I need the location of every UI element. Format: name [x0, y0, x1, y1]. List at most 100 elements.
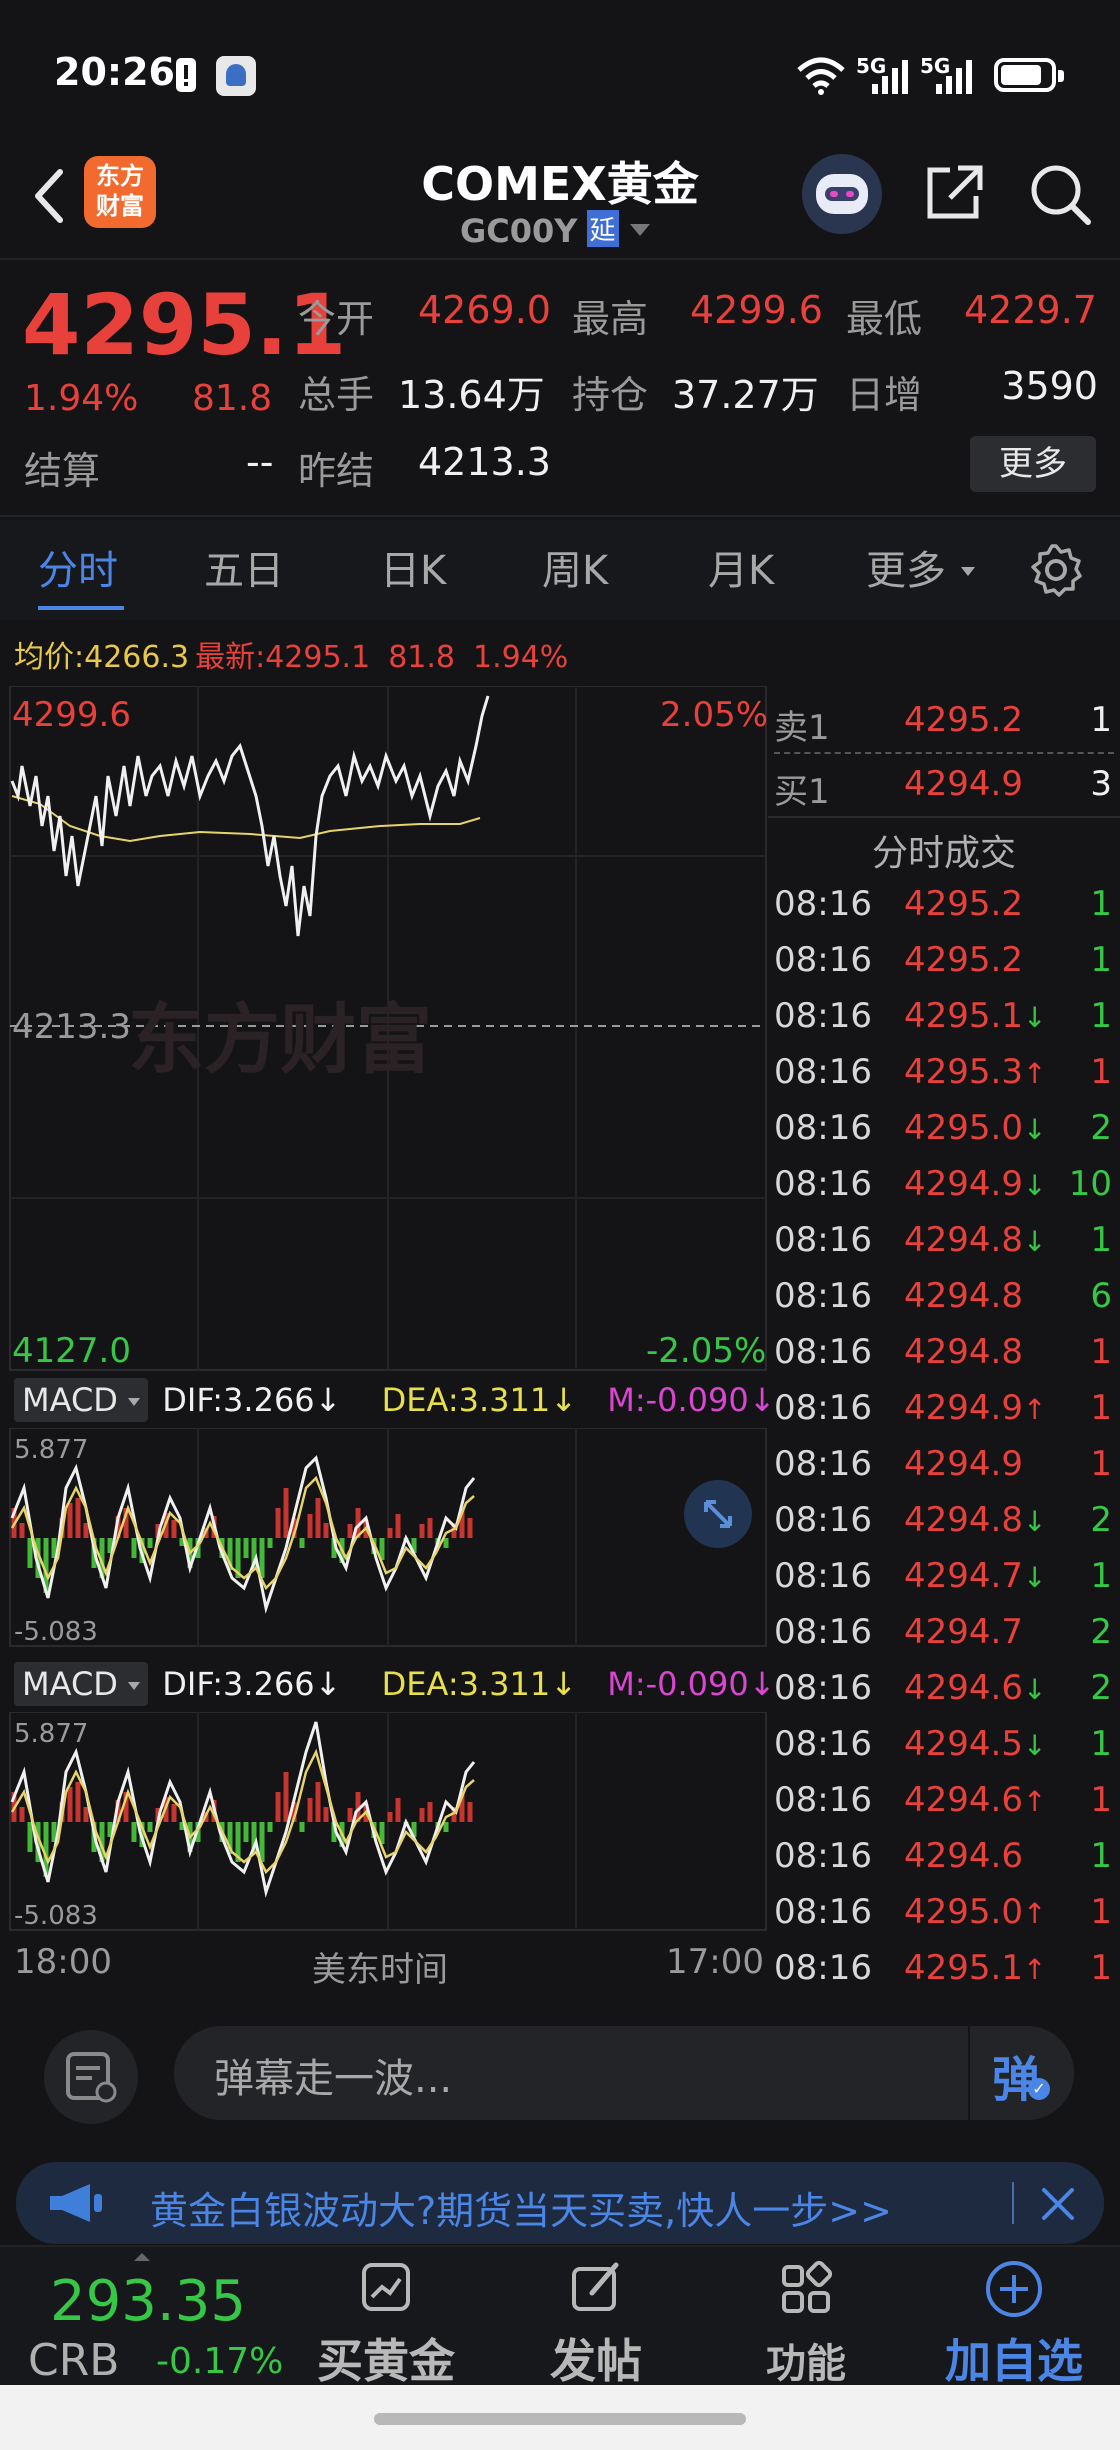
trade-time: 08:16	[774, 1612, 872, 1652]
nav-post[interactable]: 发帖	[496, 2247, 696, 2388]
nav-buy-gold[interactable]: 买黄金	[286, 2247, 486, 2388]
period-tabs: 分时 五日 日K 周K 月K 更多	[0, 520, 1120, 620]
tab-more[interactable]: 更多	[866, 538, 975, 596]
macd-header-1: MACD DIF:3.266↓ DEA:3.311↓ M:-0.090↓	[14, 1374, 776, 1426]
macd-m-1: M:-0.090↓	[607, 1381, 776, 1419]
trades-list: 08:16 4295.2 1 08:16 4295.2 1 08:16 4295.1↓ 1 08:…	[768, 884, 1120, 2000]
back-button[interactable]	[20, 160, 80, 232]
promo-banner[interactable]: 黄金白银波动大?期货当天买卖,快人一步>>	[16, 2162, 1104, 2244]
macd-selector-2[interactable]: MACD	[14, 1662, 149, 1706]
crb-index-widget[interactable]: 293.35 CRB -0.17%	[0, 2247, 300, 2387]
change-amount: 81.8	[192, 378, 273, 419]
arrow-down-icon: ↓	[1022, 1561, 1047, 1594]
add-circle-icon	[986, 2261, 1042, 2317]
bid-volume: 3	[1090, 764, 1112, 804]
chevron-down-icon	[629, 224, 650, 236]
macd-dea-1: DEA:3.311↓	[381, 1381, 578, 1419]
trade-row: 08:16 4295.2 1	[774, 940, 1118, 996]
gesture-bar-area	[0, 2385, 1120, 2450]
macd-chart-2[interactable]: 5.877 -5.083	[0, 1712, 768, 1932]
trade-price-value: 4294.7	[904, 1556, 1023, 1596]
low-value: 4229.7	[964, 288, 1097, 332]
more-button[interactable]: 更多	[970, 436, 1096, 492]
trade-price: 4294.8↓	[904, 1500, 1046, 1540]
trade-volume: 1	[1090, 1948, 1112, 1988]
arrow-down-icon: ↓	[1022, 1729, 1047, 1762]
trade-price: 4294.5↓	[904, 1724, 1046, 1764]
nav-functions[interactable]: 功能	[706, 2247, 906, 2387]
trade-time: 08:16	[774, 1892, 872, 1932]
nav-add-watchlist[interactable]: 加自选	[914, 2247, 1114, 2388]
daily-increase-value: 3590	[1001, 364, 1098, 408]
trade-time: 08:16	[774, 1052, 872, 1092]
settings-shortcut-button[interactable]	[44, 2030, 138, 2124]
orderbook-divider	[774, 752, 1114, 754]
signal-bars-icon-2	[936, 60, 972, 94]
signal-bars-icon	[872, 60, 908, 94]
trade-volume: 6	[1090, 1276, 1112, 1316]
contract-code-selector[interactable]: GC00Y 延	[460, 210, 680, 254]
macd-chart-1[interactable]: 5.877 -5.083	[0, 1428, 768, 1648]
share-icon[interactable]	[920, 158, 990, 228]
bid-price: 4294.9	[904, 764, 1023, 804]
trade-price-value: 4295.0	[904, 1892, 1023, 1932]
trade-time: 08:16	[774, 1164, 872, 1204]
arrow-down-icon: ↓	[1022, 1673, 1047, 1706]
trade-row: 08:16 4294.6↓ 2	[774, 1668, 1118, 1724]
home-indicator[interactable]	[374, 2413, 746, 2425]
settings-gear-icon[interactable]	[1028, 542, 1084, 598]
price-chart[interactable]: 东方财富 4299.6 2.05% 4213.3 4127.0 -2.05%	[0, 686, 768, 1376]
trade-time: 08:16	[774, 1276, 872, 1316]
trade-price: 4294.7	[904, 1612, 1023, 1652]
trade-price-value: 4295.1	[904, 1948, 1023, 1988]
trade-volume: 1	[1090, 1836, 1112, 1876]
tab-daily-k[interactable]: 日K	[380, 538, 446, 596]
trade-volume: 2	[1090, 1108, 1112, 1148]
tab-weekly-k[interactable]: 周K	[542, 538, 608, 596]
trade-price: 4294.8↓	[904, 1220, 1046, 1260]
trade-price: 4294.6↓	[904, 1668, 1046, 1708]
chart-area[interactable]: 东方财富 4299.6 2.05% 4213.3 4127.0 -2.05% M…	[0, 620, 776, 2000]
trade-row: 08:16 4294.9↑ 1	[774, 1388, 1118, 1444]
trade-time: 08:16	[774, 1724, 872, 1764]
ask-label: 卖1	[774, 708, 830, 748]
chart-icon	[362, 2263, 410, 2311]
trade-row: 08:16 4294.7↓ 1	[774, 1556, 1118, 1612]
close-icon[interactable]	[1036, 2182, 1080, 2226]
comment-input[interactable]: 弹幕走一波... 弹 ✓	[174, 2026, 1074, 2120]
trade-time: 08:16	[774, 1388, 872, 1428]
trade-price-value: 4294.9	[904, 1388, 1023, 1428]
trade-volume: 2	[1090, 1668, 1112, 1708]
open-value: 4269.0	[418, 288, 551, 332]
tab-intraday[interactable]: 分时	[38, 538, 124, 610]
trade-price: 4294.6	[904, 1836, 1023, 1876]
danmu-label: 弹	[992, 2052, 1041, 2108]
trade-price-value: 4294.7	[904, 1612, 1023, 1652]
trade-price: 4294.9	[904, 1444, 1023, 1484]
trade-row: 08:16 4294.8↓ 2	[774, 1500, 1118, 1556]
volume-label: 总手	[298, 373, 375, 417]
trade-time: 08:16	[774, 1948, 872, 1988]
crb-value: 293.35	[50, 2269, 246, 2334]
macd-selector-1[interactable]: MACD	[14, 1378, 149, 1422]
trade-row: 08:16 4294.9 1	[774, 1444, 1118, 1500]
expand-button[interactable]	[684, 1480, 752, 1548]
trade-row: 08:16 4294.8 1	[774, 1332, 1118, 1388]
tab-active-indicator	[38, 606, 124, 610]
danmu-button[interactable]: 弹 ✓	[968, 2026, 1074, 2120]
grid-icon	[782, 2260, 833, 2313]
trade-time: 08:16	[774, 1836, 872, 1876]
trade-price: 4295.1↓	[904, 996, 1046, 1036]
time-axis-label: 美东时间	[312, 1950, 448, 1990]
tab-five-day[interactable]: 五日	[204, 538, 284, 596]
app-logo[interactable]: 东方 财富	[84, 156, 156, 228]
search-icon[interactable]	[1024, 158, 1096, 230]
tab-monthly-k[interactable]: 月K	[708, 538, 774, 596]
watermark-text: 东方财富	[128, 995, 432, 1084]
assistant-robot-button[interactable]	[802, 154, 882, 234]
trade-time: 08:16	[774, 1556, 872, 1596]
nav-buy-gold-label: 买黄金	[317, 2334, 455, 2388]
trade-row: 08:16 4294.7 2	[774, 1612, 1118, 1668]
macd-header-2: MACD DIF:3.266↓ DEA:3.311↓ M:-0.090↓	[14, 1658, 776, 1710]
trade-time: 08:16	[774, 1780, 872, 1820]
